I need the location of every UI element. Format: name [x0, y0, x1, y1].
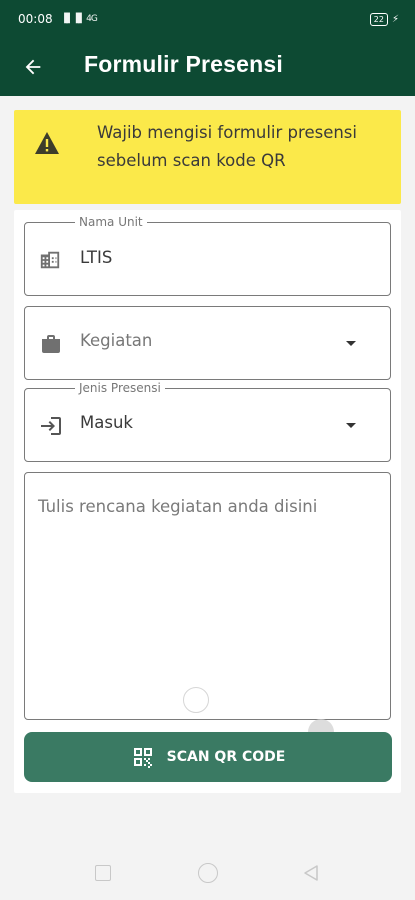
scan-button-label: SCAN QR CODE [166, 749, 286, 765]
touch-indicator [183, 687, 209, 713]
arrow-left-icon [25, 59, 41, 75]
status-bar: 00:08 ▐▌▐▌ 4G 22 ⚡ [0, 0, 415, 38]
unit-field[interactable]: Nama Unit LTIS [24, 214, 391, 296]
scan-qr-button[interactable]: SCAN QR CODE [24, 732, 392, 782]
dropdown-arrow-icon [346, 341, 356, 346]
app-bar: Formulir Presensi [0, 38, 415, 96]
unit-value: LTIS [80, 248, 113, 267]
activity-placeholder: Kegiatan [80, 331, 153, 350]
back-button[interactable] [18, 52, 48, 82]
briefcase-icon [42, 335, 60, 353]
battery-icon: 22 [369, 12, 388, 26]
warning-text: Wajib mengisi formulir presensi sebelum … [97, 123, 357, 170]
activity-plan-textarea[interactable] [24, 472, 391, 720]
warning-icon [35, 132, 59, 154]
attendance-type-value: Masuk [80, 413, 133, 432]
attendance-type-dropdown[interactable]: Jenis Presensi Masuk [24, 380, 391, 462]
login-icon [41, 417, 61, 435]
attendance-form: Nama Unit LTIS Kegiatan Jenis Presensi M… [14, 210, 401, 793]
signal-icon: ▐▌▐▌ 4G [60, 14, 98, 24]
home-button[interactable] [198, 863, 218, 883]
building-icon [40, 251, 60, 269]
recent-apps-button[interactable] [95, 865, 111, 881]
warning-banner: Wajib mengisi formulir presensi sebelum … [14, 110, 401, 204]
status-time: 00:08 [18, 12, 53, 26]
page-title: Formulir Presensi [84, 51, 283, 77]
charging-icon: ⚡ [391, 13, 399, 25]
activity-dropdown[interactable]: Kegiatan [24, 306, 391, 380]
back-nav-button[interactable] [302, 864, 320, 882]
dropdown-arrow-icon [346, 423, 356, 428]
qr-code-icon [133, 748, 152, 768]
attendance-type-label: Jenis Presensi [75, 380, 165, 396]
system-nav-bar [0, 845, 415, 900]
unit-field-label: Nama Unit [75, 214, 147, 230]
